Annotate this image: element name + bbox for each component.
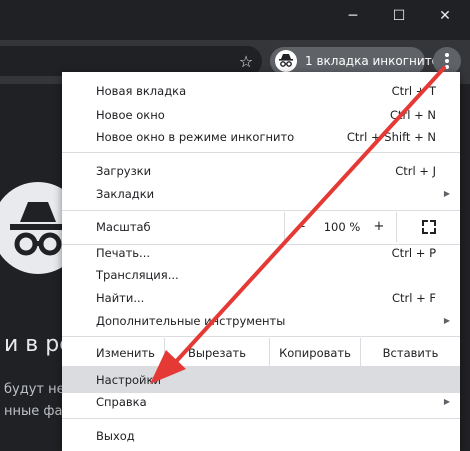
menu-item-shortcut: Ctrl + Shift + N	[346, 130, 436, 144]
menu-item-bookmarks[interactable]: Закладки ▶	[62, 181, 460, 207]
submenu-arrow-icon: ▶	[443, 189, 450, 198]
menu-item-help[interactable]: Справка ▶	[62, 389, 460, 415]
submenu-arrow-icon: ▶	[443, 397, 450, 406]
zoom-divider	[396, 212, 397, 242]
window-titlebar: ─ ☐ ✕	[0, 0, 470, 40]
page-text-line: нные фай	[4, 404, 71, 419]
menu-item-label: Новое окно в режиме инкогнито	[96, 130, 295, 144]
incognito-tab-count: 1 вкладка инкогнито	[305, 54, 440, 68]
bookmark-star-icon[interactable]: ☆	[236, 49, 256, 73]
zoom-value: 100 %	[323, 220, 361, 234]
menu-item-more-tools[interactable]: Дополнительные инструменты ▶	[62, 308, 460, 334]
menu-item-shortcut: Ctrl + T	[391, 84, 436, 98]
menu-divider	[62, 418, 460, 419]
minimize-icon[interactable]: ─	[330, 0, 376, 32]
zoom-label: Масштаб	[96, 220, 151, 234]
fullscreen-icon[interactable]	[422, 220, 436, 234]
maximize-icon[interactable]: ☐	[376, 0, 422, 32]
copy-button[interactable]: Копировать	[270, 338, 360, 368]
close-icon[interactable]: ✕	[422, 0, 468, 32]
menu-divider	[62, 152, 460, 153]
menu-item-exit[interactable]: Выход	[62, 423, 460, 449]
menu-item-label: Выход	[96, 429, 135, 443]
menu-item-label: Дополнительные инструменты	[96, 314, 286, 328]
incognito-indicator[interactable]: 1 вкладка инкогнито	[270, 47, 439, 75]
menu-item-new-tab[interactable]: Новая вкладка Ctrl + T	[62, 78, 460, 104]
submenu-arrow-icon: ▶	[443, 316, 450, 325]
menu-item-label: Справка	[96, 395, 147, 409]
incognito-icon	[275, 50, 297, 72]
paste-button[interactable]: Вставить	[361, 338, 460, 368]
edit-control: Изменить Вырезать Копировать Вставить	[62, 338, 460, 368]
menu-divider	[62, 210, 460, 211]
zoom-in-button[interactable]: +	[364, 212, 394, 242]
menu-item-new-incognito-window[interactable]: Новое окно в режиме инкогнито Ctrl + Shi…	[62, 124, 460, 150]
cut-button[interactable]: Вырезать	[165, 338, 269, 368]
menu-divider	[62, 336, 460, 337]
menu-item-label: Новая вкладка	[96, 84, 187, 98]
chrome-menu: Новая вкладка Ctrl + T Новое окно Ctrl +…	[62, 72, 460, 451]
zoom-out-button[interactable]: –	[285, 212, 319, 242]
menu-item-label: Закладки	[96, 187, 155, 201]
edit-label: Изменить	[96, 346, 155, 360]
more-vert-icon[interactable]	[433, 47, 461, 75]
zoom-control: Масштаб – 100 % +	[62, 212, 460, 242]
